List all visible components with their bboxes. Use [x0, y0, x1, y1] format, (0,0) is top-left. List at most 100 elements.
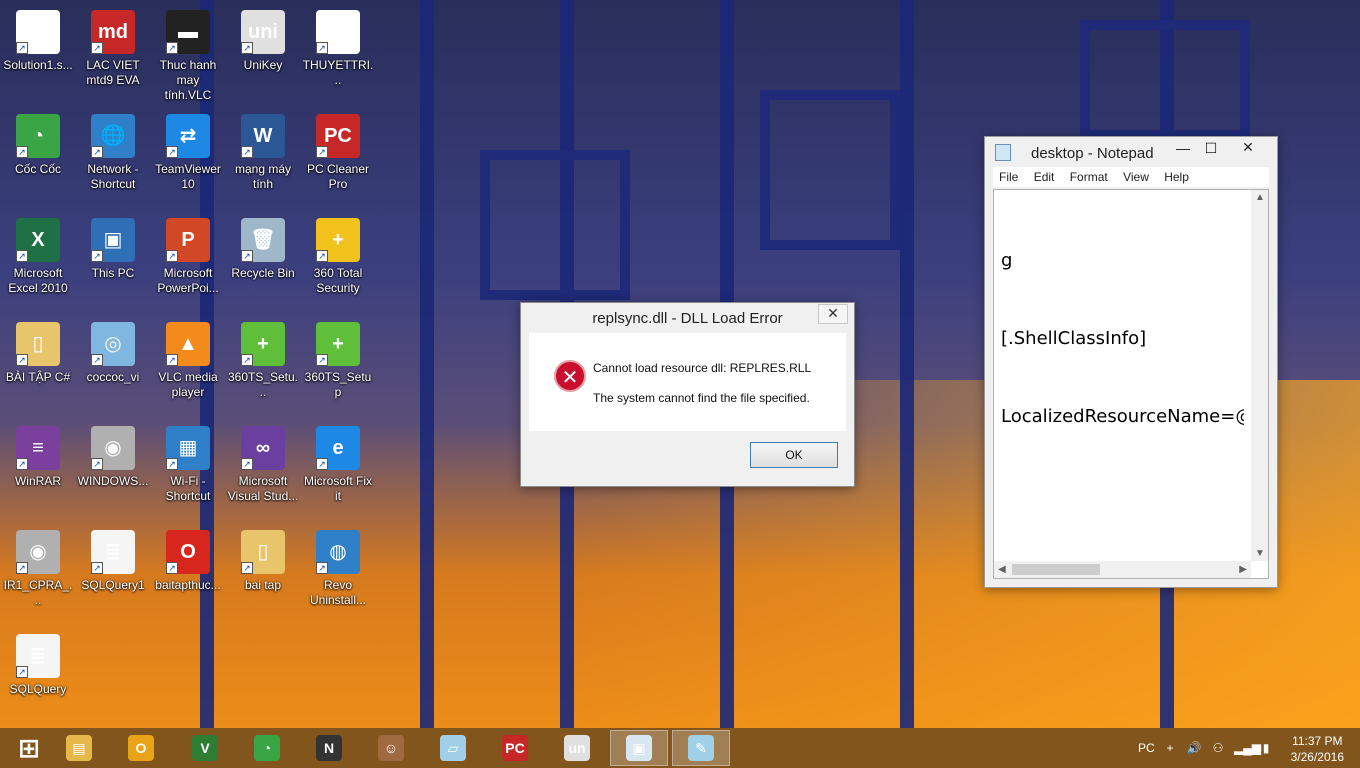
taskbar-button[interactable]: ▤: [50, 730, 108, 766]
taskbar-button[interactable]: ▣: [610, 730, 668, 766]
desktop-icon[interactable]: ◉ ↗ WINDOWS...: [75, 420, 151, 520]
scroll-right-icon[interactable]: ▶: [1239, 564, 1247, 575]
notepad-close-button[interactable]: ✕: [1225, 138, 1271, 158]
disc-image-icon: ◉ ↗: [16, 530, 60, 574]
desktop-icon[interactable]: ◉ ↗ IR1_CPRA_...: [0, 524, 76, 624]
desktop-icon[interactable]: ↗ Solution1.s...: [0, 4, 76, 104]
desktop-icon[interactable]: ▭ ↗ THUYETTRI...: [300, 4, 376, 104]
desktop-icon[interactable]: PC ↗ PC Cleaner Pro: [300, 108, 376, 208]
outlook-icon: O: [128, 735, 154, 761]
360-security-tray-icon[interactable]: +: [1162, 740, 1178, 756]
desktop-icon[interactable]: ▦ ↗ Wi-Fi - Shortcut: [150, 420, 226, 520]
wallpaper-band: [900, 0, 914, 728]
horizontal-scrollbar[interactable]: ◀ ▶: [994, 561, 1251, 578]
desktop-icon[interactable]: e ↗ Microsoft Fix it: [300, 420, 376, 520]
taskbar-button[interactable]: ▱: [424, 730, 482, 766]
notepad-text-area[interactable]: g [.ShellClassInfo] LocalizedResourceNam…: [993, 189, 1269, 579]
installer-disc-icon: ◎ ↗: [91, 322, 135, 366]
desktop-icon-label: VLC media player: [158, 370, 218, 399]
desktop-icon[interactable]: md ↗ LAC VIET mtd9 EVA: [75, 4, 151, 104]
desktop-icon[interactable]: 🌐 ↗ Network - Shortcut: [75, 108, 151, 208]
dialog-message-secondary: The system cannot find the file specifie…: [593, 391, 810, 405]
desktop-icon[interactable]: ◍ ↗ Revo Uninstall...: [300, 524, 376, 624]
desktop-icon-label: baitapthuc...: [155, 578, 221, 592]
desktop-icon[interactable]: ▯ ↗ BÀI TẬP C#: [0, 316, 76, 416]
360-security-icon: + ↗: [316, 218, 360, 262]
desktop-icon-label: Revo Uninstall...: [309, 578, 367, 607]
menu-edit[interactable]: Edit: [1034, 167, 1055, 187]
desktop-icon-label: Microsoft Visual Stud...: [227, 474, 299, 503]
taskbar-button[interactable]: PC: [486, 730, 544, 766]
vertical-scrollbar[interactable]: ▲ ▼: [1251, 190, 1268, 561]
dialog-titlebar[interactable]: replsync.dll - DLL Load Error ✕: [521, 303, 854, 333]
maximize-button[interactable]: ☐: [1197, 140, 1225, 158]
shortcut-arrow-icon: ↗: [241, 354, 253, 366]
notepad-line: [.ShellClassInfo]: [1001, 328, 1147, 349]
menu-file[interactable]: File: [999, 167, 1018, 187]
shortcut-arrow-icon: ↗: [316, 562, 328, 574]
scroll-left-icon[interactable]: ◀: [998, 564, 1006, 575]
taskbar-button[interactable]: ✎: [672, 730, 730, 766]
desktop-icon[interactable]: ◎ ↗ coccoc_vi: [75, 316, 151, 416]
clock[interactable]: 11:37 PM 3/26/2016: [1291, 733, 1344, 765]
desktop-icon-label: PC Cleaner Pro: [306, 162, 370, 191]
shortcut-arrow-icon: ↗: [241, 42, 253, 54]
desktop-icon[interactable]: ≡ ↗ WinRAR: [0, 420, 76, 520]
desktop-icon[interactable]: ▯ ↗ bai tap: [225, 524, 301, 624]
shortcut-arrow-icon: ↗: [241, 458, 253, 470]
desktop-icon-label: Thuc hanh may tính.VLC: [159, 58, 217, 102]
vlc-cone-icon: ▲ ↗: [166, 322, 210, 366]
folder-icon: ▯ ↗: [241, 530, 285, 574]
volume-icon[interactable]: 🔊: [1186, 740, 1202, 756]
desktop-icon[interactable]: P ↗ Microsoft PowerPoi...: [150, 212, 226, 312]
desktop-icon[interactable]: X ↗ Microsoft Excel 2010: [0, 212, 76, 312]
shortcut-arrow-icon: ↗: [166, 354, 178, 366]
desktop-icon[interactable]: + ↗ 360TS_Setup: [300, 316, 376, 416]
shortcut-arrow-icon: ↗: [16, 146, 28, 158]
desktop-icon[interactable]: ▣ ↗ This PC: [75, 212, 151, 312]
desktop-icon[interactable]: O ↗ baitapthuc...: [150, 524, 226, 624]
pc-cleaner-tray-icon[interactable]: PC: [1138, 740, 1155, 756]
taskbar-button[interactable]: ☺: [362, 730, 420, 766]
menu-help[interactable]: Help: [1164, 167, 1189, 187]
windows-start-icon: ⊞: [18, 732, 40, 763]
shortcut-arrow-icon: ↗: [16, 42, 28, 54]
taskbar-button[interactable]: O: [112, 730, 170, 766]
desktop-icon[interactable]: uni ↗ UniKey: [225, 4, 301, 104]
desktop-icon[interactable]: ▲ ↗ VLC media player: [150, 316, 226, 416]
menu-format[interactable]: Format: [1070, 167, 1108, 187]
scroll-up-icon[interactable]: ▲: [1255, 192, 1265, 203]
menu-view[interactable]: View: [1123, 167, 1149, 187]
horizontal-scroll-thumb[interactable]: [1012, 564, 1100, 575]
notepad-menubar: File Edit Format View Help: [993, 167, 1269, 187]
desktop-icon-label: Microsoft PowerPoi...: [157, 266, 219, 295]
taskbar-button[interactable]: N: [300, 730, 358, 766]
system-tray: PC + 🔊 ⚇ ▂▄▆ ▮ 11:37 PM 3/26/2016: [1130, 728, 1360, 768]
desktop-icon-label: mạng máy tính: [234, 162, 292, 191]
taskbar-button[interactable]: ◔: [238, 730, 296, 766]
power-battery-icon[interactable]: ▮: [1258, 740, 1274, 756]
taskbar-button[interactable]: V: [176, 730, 234, 766]
scroll-down-icon[interactable]: ▼: [1255, 548, 1265, 559]
desktop-icon[interactable]: ≣ ↗ SQLQuery1: [75, 524, 151, 624]
signal-bars-icon[interactable]: ▂▄▆: [1234, 740, 1261, 756]
desktop-icon[interactable]: ◔ ↗ Cốc Cốc: [0, 108, 76, 208]
desktop-icon[interactable]: ≣ ↗ SQLQuery: [0, 628, 76, 728]
notepad-app-icon[interactable]: [995, 144, 1011, 161]
desktop-icon[interactable]: ∞ ↗ Microsoft Visual Stud...: [225, 420, 301, 520]
dialog-ok-button[interactable]: OK: [750, 442, 838, 468]
shortcut-arrow-icon: ↗: [316, 146, 328, 158]
desktop-icon[interactable]: 🗑 ↗ Recycle Bin: [225, 212, 301, 312]
dialog-close-button[interactable]: ✕: [818, 304, 848, 324]
desktop-icon[interactable]: W ↗ mạng máy tính: [225, 108, 301, 208]
desktop-icon[interactable]: + ↗ 360 Total Security: [300, 212, 376, 312]
desktop-icon[interactable]: ▬ ↗ Thuc hanh may tính.VLC: [150, 4, 226, 104]
fixit-document-icon: e ↗: [316, 426, 360, 470]
taskbar-button[interactable]: un: [548, 730, 606, 766]
desktop-icon-label: SQLQuery: [9, 682, 67, 696]
desktop-icon[interactable]: ⇄ ↗ TeamViewer 10: [150, 108, 226, 208]
powerpoint-icon: P ↗: [166, 218, 210, 262]
desktop-icon[interactable]: + ↗ 360TS_Setu...: [225, 316, 301, 416]
usb-device-icon[interactable]: ⚇: [1210, 740, 1226, 756]
minimize-button[interactable]: —: [1169, 140, 1197, 158]
